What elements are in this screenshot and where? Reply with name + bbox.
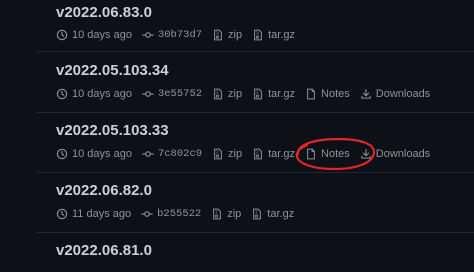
release-age-text: 10 days ago (72, 88, 132, 100)
file-icon (307, 88, 315, 100)
zip-download-link[interactable]: zip (212, 88, 242, 100)
commit-link[interactable]: 3e55752 (142, 88, 202, 100)
file-zip-icon (253, 208, 262, 220)
release-meta: 10 days ago 7c802c9 zip tar.gz Notes Dow… (56, 146, 435, 162)
downloads-link[interactable]: Downloads (360, 148, 430, 160)
targz-download-link[interactable]: tar.gz (251, 208, 294, 220)
commit-hash: b255522 (157, 208, 202, 220)
targz-download-link[interactable]: tar.gz (252, 88, 295, 100)
clock-icon (56, 29, 68, 41)
releases-list: v2022.06.83.0 10 days ago 30b73d7 zip ta… (36, 0, 474, 259)
release-item: v2022.06.83.0 10 days ago 30b73d7 zip ta… (36, 0, 474, 52)
git-commit-icon (142, 91, 154, 97)
notes-link[interactable]: Notes (305, 148, 350, 160)
commit-link[interactable]: 30b73d7 (142, 29, 202, 41)
commit-hash: 7c802c9 (157, 148, 203, 160)
targz-label: tar.gz (267, 208, 295, 220)
release-title[interactable]: v2022.06.83.0 (56, 4, 152, 21)
zip-download-link[interactable]: zip (211, 208, 241, 220)
release-meta: 10 days ago 30b73d7 zip tar.gz (56, 27, 300, 43)
git-commit-icon (142, 32, 154, 38)
git-commit-icon (141, 211, 153, 217)
zip-label: zip (228, 29, 243, 41)
release-age-text: 10 days ago (72, 29, 132, 41)
commit-hash: 3e55752 (157, 88, 203, 100)
commit-hash: 30b73d7 (157, 29, 203, 41)
file-zip-icon (214, 29, 222, 41)
release-item: v2022.05.103.34 10 days ago 3e55752 zip … (36, 52, 474, 113)
release-title[interactable]: v2022.06.82.0 (56, 182, 152, 199)
downloads-label: Downloads (375, 148, 431, 160)
release-item: v2022.06.82.0 11 days ago b255522 zip ta… (36, 172, 474, 233)
release-age: 11 days ago (56, 208, 131, 220)
download-icon (361, 148, 371, 159)
clock-icon (56, 208, 68, 220)
downloads-label: Downloads (375, 88, 431, 100)
zip-download-link[interactable]: zip (212, 148, 242, 160)
release-age: 10 days ago (56, 29, 132, 41)
git-commit-icon (142, 151, 154, 157)
release-item: v2022.05.103.33 10 days ago 7c802c9 zip … (36, 112, 474, 173)
notes-label: Notes (321, 88, 350, 100)
targz-label: tar.gz (268, 148, 296, 160)
release-title[interactable]: v2022.06.81.0 (56, 242, 152, 259)
clock-icon (56, 148, 68, 160)
zip-label: zip (227, 208, 242, 220)
zip-download-link[interactable]: zip (212, 29, 242, 41)
commit-link[interactable]: b255522 (141, 208, 201, 220)
targz-label: tar.gz (268, 29, 296, 41)
file-zip-icon (214, 88, 222, 100)
zip-label: zip (228, 148, 243, 160)
file-zip-icon (254, 148, 262, 160)
file-zip-icon (254, 29, 262, 41)
release-meta: 10 days ago 3e55752 zip tar.gz Notes Dow… (56, 86, 435, 102)
targz-download-link[interactable]: tar.gz (252, 148, 295, 160)
release-meta: 11 days ago b255522 zip tar.gz (56, 206, 299, 222)
release-title[interactable]: v2022.05.103.33 (56, 122, 169, 139)
download-icon (361, 88, 371, 99)
file-icon (307, 148, 315, 160)
release-item: v2022.06.81.0 (36, 232, 474, 272)
commit-link[interactable]: 7c802c9 (142, 148, 202, 160)
release-age: 10 days ago (56, 88, 132, 100)
file-zip-icon (213, 208, 222, 220)
release-title[interactable]: v2022.05.103.34 (56, 62, 169, 79)
clock-icon (56, 88, 68, 100)
notes-label: Notes (321, 148, 350, 160)
targz-label: tar.gz (268, 88, 296, 100)
file-zip-icon (254, 88, 262, 100)
release-age-text: 11 days ago (72, 208, 132, 220)
zip-label: zip (228, 88, 243, 100)
downloads-link[interactable]: Downloads (360, 88, 430, 100)
file-zip-icon (214, 148, 222, 160)
targz-download-link[interactable]: tar.gz (252, 29, 295, 41)
notes-link[interactable]: Notes (305, 88, 350, 100)
release-age: 10 days ago (56, 148, 132, 160)
release-age-text: 10 days ago (72, 148, 132, 160)
